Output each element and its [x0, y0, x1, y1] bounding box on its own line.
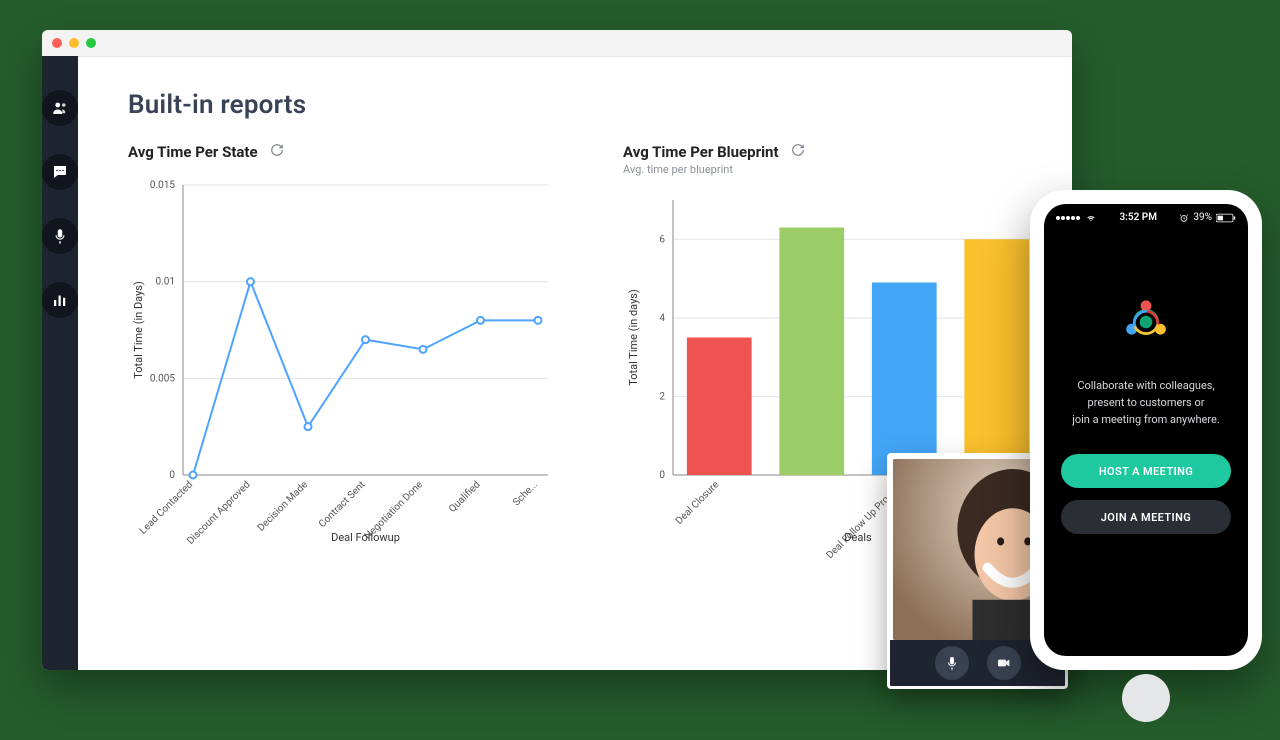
- welcome-text: Collaborate with colleagues, present to …: [1054, 377, 1238, 428]
- line-chart: 0 0.005 0.01 0.015 Lead ContactedDiscount Ap…: [128, 175, 558, 545]
- chart-avg-time-per-state: Avg Time Per State 0 0.005 0.01 0.015 Lead C…: [128, 142, 598, 560]
- svg-text:0.005: 0.005: [150, 373, 175, 384]
- status-time: 3:52 PM: [1119, 212, 1157, 223]
- window-maximize[interactable]: [86, 38, 96, 48]
- window-close[interactable]: [52, 38, 62, 48]
- refresh-icon[interactable]: [270, 142, 284, 161]
- signal-icon: [1056, 212, 1081, 223]
- phone-device: 3:52 PM 39%: [1030, 190, 1262, 670]
- refresh-icon[interactable]: [791, 142, 805, 161]
- title-bar: [42, 30, 1072, 57]
- svg-text:Deals: Deals: [844, 531, 872, 544]
- svg-text:0.01: 0.01: [156, 277, 176, 288]
- svg-text:6: 6: [659, 234, 665, 245]
- analytics-icon[interactable]: [42, 282, 78, 318]
- blurb-line: join a meeting from anywhere.: [1072, 411, 1220, 428]
- battery-icon: [1216, 213, 1236, 223]
- host-meeting-button[interactable]: HOST A MEETING: [1061, 454, 1231, 488]
- battery-label: 39%: [1193, 212, 1212, 223]
- svg-text:Deal Followup: Deal Followup: [331, 531, 400, 544]
- svg-text:Deal Closure: Deal Closure: [674, 479, 721, 526]
- window-minimize[interactable]: [69, 38, 79, 48]
- phone-screen: 3:52 PM 39%: [1044, 204, 1248, 656]
- chart-title: Avg Time Per Blueprint: [623, 143, 779, 161]
- svg-text:Discount Approved: Discount Approved: [185, 479, 252, 546]
- chart-title: Avg Time Per State: [128, 143, 258, 161]
- blurb-line: present to customers or: [1072, 394, 1220, 411]
- home-button[interactable]: [1122, 674, 1170, 722]
- page-title: Built-in reports: [128, 90, 1072, 120]
- svg-text:2: 2: [659, 391, 665, 402]
- svg-text:0: 0: [169, 470, 175, 481]
- svg-text:Total Time (in Days): Total Time (in Days): [132, 281, 145, 379]
- svg-text:Qualified: Qualified: [446, 479, 482, 515]
- chat-icon[interactable]: [42, 154, 78, 190]
- svg-text:Sche...: Sche...: [511, 479, 540, 508]
- mic-icon[interactable]: [42, 218, 78, 254]
- wifi-icon: [1085, 213, 1097, 223]
- blurb-line: Collaborate with colleagues,: [1072, 377, 1220, 394]
- svg-text:Decision Made: Decision Made: [256, 479, 310, 533]
- svg-text:Lead Contacted: Lead Contacted: [138, 479, 195, 536]
- people-icon[interactable]: [42, 90, 78, 126]
- alarm-icon: [1179, 213, 1189, 223]
- join-meeting-button[interactable]: JOIN A MEETING: [1061, 500, 1231, 534]
- svg-text:Contract Sent: Contract Sent: [317, 479, 368, 530]
- svg-text:4: 4: [659, 313, 665, 324]
- svg-text:Total Time (in days): Total Time (in days): [627, 289, 640, 386]
- app-logo: [1119, 295, 1173, 353]
- mic-toggle[interactable]: [935, 646, 969, 680]
- svg-text:0.015: 0.015: [150, 180, 175, 191]
- chart-subtitle: Avg. time per blueprint: [623, 163, 1072, 176]
- status-bar: 3:52 PM 39%: [1044, 204, 1248, 225]
- side-rail: [42, 56, 78, 670]
- camera-toggle[interactable]: [987, 646, 1021, 680]
- svg-text:0: 0: [659, 470, 665, 481]
